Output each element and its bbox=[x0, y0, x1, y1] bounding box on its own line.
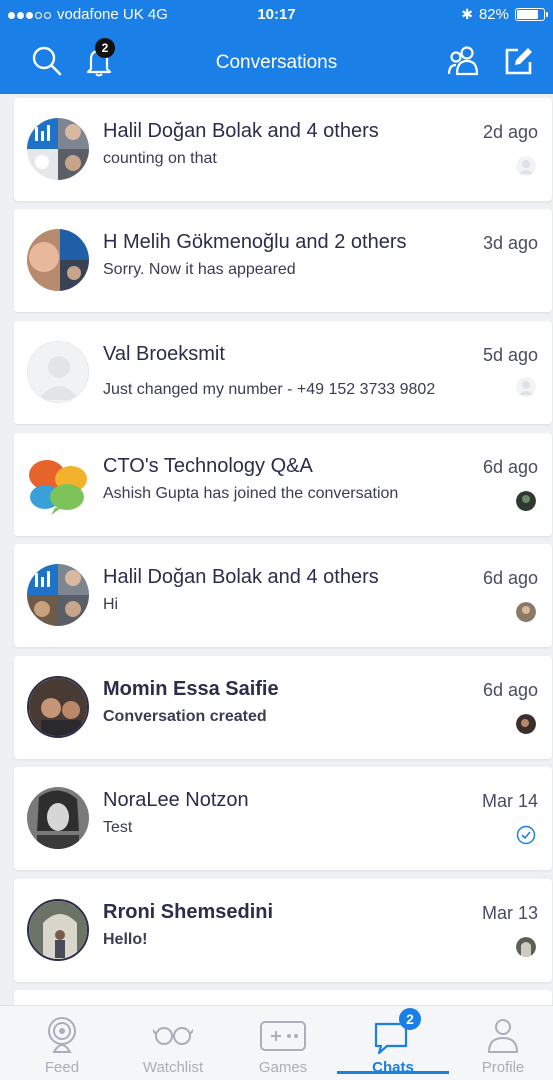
conversation-row[interactable]: Rroni Shemsedini Hello! Mar 13 bbox=[14, 879, 552, 982]
tab-bar: Feed Watchlist Games 2 Chats Profile bbox=[0, 1005, 553, 1080]
conversation-row[interactable]: Momin Essa Saifie Conversation created 6… bbox=[14, 656, 552, 759]
conversation-time: 2d ago bbox=[482, 122, 538, 142]
conversation-row[interactable]: H Melih Gökmenoğlu and 2 others Sorry. N… bbox=[14, 209, 552, 312]
gamepad-icon bbox=[260, 1014, 306, 1054]
conversation-time: Mar 14 bbox=[481, 791, 538, 811]
conversation-last-message: counting on that bbox=[103, 150, 217, 167]
bluetooth-icon: ✱ bbox=[461, 6, 473, 22]
feed-icon bbox=[42, 1014, 82, 1054]
contact-avatar bbox=[27, 787, 89, 849]
tab-watchlist[interactable]: Watchlist bbox=[118, 1006, 228, 1080]
seen-by-avatar-icon bbox=[516, 491, 536, 511]
conversation-row[interactable]: Halil Doğan Bolak and 4 others counting … bbox=[14, 98, 552, 201]
conversation-time: Mar 13 bbox=[481, 903, 538, 923]
tab-profile[interactable]: Profile bbox=[448, 1006, 553, 1080]
conversation-last-message: Ashish Gupta has joined the conversation bbox=[103, 485, 399, 502]
tab-chats[interactable]: 2 Chats bbox=[338, 1006, 448, 1080]
tab-feed[interactable]: Feed bbox=[7, 1006, 117, 1080]
conversation-last-message: Sorry. Now it has appeared bbox=[103, 261, 296, 278]
conversation-time: 3d ago bbox=[482, 233, 538, 253]
conversation-row[interactable]: Halil Doğan Bolak and 4 others Hi 6d ago bbox=[14, 544, 552, 647]
tab-label: Watchlist bbox=[142, 1059, 204, 1076]
person-icon bbox=[483, 1014, 523, 1054]
conversation-name: Rroni Shemsedini bbox=[103, 901, 274, 923]
conversation-time: 6d ago bbox=[482, 680, 538, 700]
group-avatar bbox=[27, 229, 89, 291]
nav-bar: 2 Conversations bbox=[0, 28, 553, 94]
conversation-last-message: Hi bbox=[103, 596, 119, 613]
battery-icon bbox=[515, 8, 548, 21]
speech-bubbles-icon bbox=[27, 453, 89, 515]
seen-by-avatar-icon bbox=[516, 377, 536, 397]
battery-fill bbox=[517, 10, 538, 19]
conversation-name: Halil Doğan Bolak and 4 others bbox=[103, 120, 379, 142]
compose-icon[interactable] bbox=[502, 44, 536, 78]
conversation-time: 6d ago bbox=[482, 457, 538, 477]
seen-by-avatar-icon bbox=[516, 714, 536, 734]
conversation-name: Halil Doğan Bolak and 4 others bbox=[103, 566, 379, 588]
tab-label: Games bbox=[258, 1059, 308, 1076]
seen-by-avatar-icon bbox=[516, 156, 536, 176]
battery-status: ✱ 82% bbox=[461, 6, 548, 23]
tab-label: Feed bbox=[44, 1059, 80, 1076]
contact-avatar bbox=[27, 899, 89, 961]
conversation-last-message: Just changed my number - +49 152 3733 98… bbox=[103, 381, 436, 398]
delivered-check-icon bbox=[516, 825, 536, 845]
battery-percent: 82% bbox=[478, 6, 509, 23]
conversation-name: CTO's Technology Q&A bbox=[103, 455, 313, 477]
conversation-time: 6d ago bbox=[482, 568, 538, 588]
conversation-row[interactable]: CTO's Technology Q&A Ashish Gupta has jo… bbox=[14, 433, 552, 536]
conversation-last-message: Conversation created bbox=[103, 708, 267, 725]
conversation-name: Momin Essa Saifie bbox=[103, 678, 279, 700]
glasses-icon bbox=[150, 1014, 196, 1054]
group-avatar bbox=[27, 118, 89, 180]
people-icon[interactable] bbox=[446, 44, 480, 78]
group-avatar bbox=[27, 564, 89, 626]
conversation-time: 5d ago bbox=[482, 345, 538, 365]
seen-by-avatar-icon bbox=[516, 602, 536, 622]
conversation-name: NoraLee Notzon bbox=[103, 789, 249, 811]
conversation-name: Val Broeksmit bbox=[103, 343, 225, 365]
tab-label: Profile bbox=[481, 1059, 525, 1076]
conversation-last-message: Hello! bbox=[103, 931, 148, 948]
default-avatar-icon bbox=[27, 341, 89, 403]
status-bar: vodafone UK 4G 10:17 ✱ 82% bbox=[0, 0, 553, 28]
conversation-last-message: Test bbox=[103, 819, 133, 836]
chats-unread-badge: 2 bbox=[399, 1008, 421, 1030]
seen-by-avatar-icon bbox=[516, 937, 536, 957]
conversation-row[interactable]: NoraLee Notzon Test Mar 14 bbox=[14, 767, 552, 870]
tab-games[interactable]: Games bbox=[228, 1006, 338, 1080]
contact-avatar bbox=[27, 676, 89, 738]
conversation-name: H Melih Gökmenoğlu and 2 others bbox=[103, 231, 407, 253]
conversation-row[interactable]: Val Broeksmit Just changed my number - +… bbox=[14, 321, 552, 424]
active-tab-indicator bbox=[337, 1071, 449, 1074]
